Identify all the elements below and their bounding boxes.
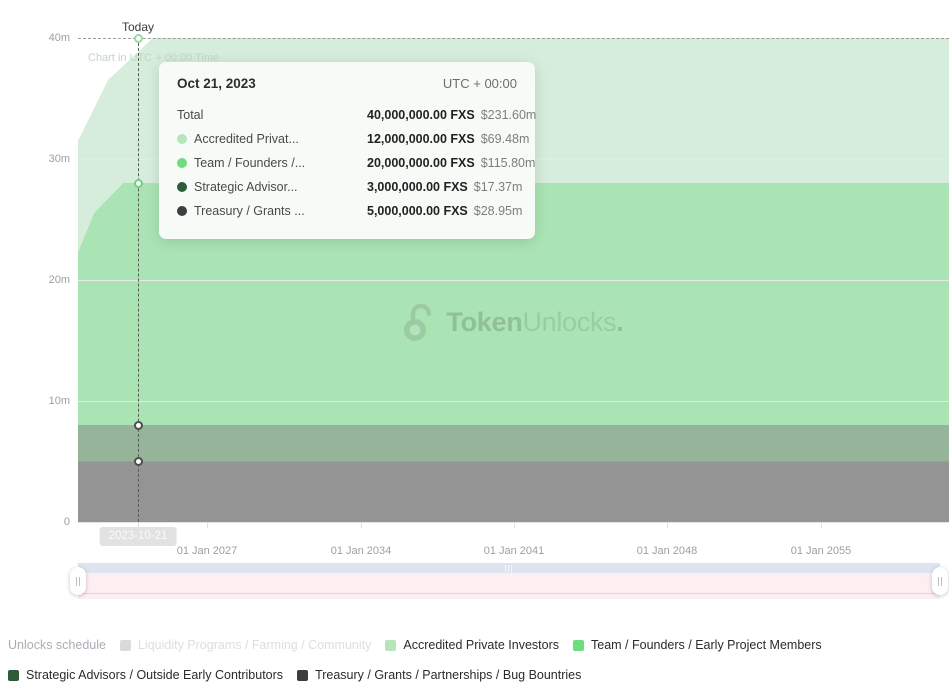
tooltip-row-accredited: Accredited Privat... 12,000,000.00 FXS $… <box>177 127 517 151</box>
legend-item-label: Team / Founders / Early Project Members <box>591 638 822 652</box>
tooltip-row-advisors: Strategic Advisor... 3,000,000.00 FXS $1… <box>177 175 517 199</box>
legend-item-label: Accredited Private Investors <box>403 638 559 652</box>
range-right-handle[interactable] <box>932 567 948 595</box>
tooltip-usd: $28.95m <box>474 204 523 218</box>
legend-swatch-icon <box>8 670 19 681</box>
legend-item-label: Strategic Advisors / Outside Early Contr… <box>26 668 283 682</box>
tooltip-row-label: Team / Founders /... <box>177 156 367 170</box>
today-label: Today <box>122 20 154 34</box>
tooltip-row-label: Treasury / Grants ... <box>177 204 367 218</box>
chart-range-slider[interactable]: ||| <box>70 563 948 607</box>
tooltip-usd: $17.37m <box>474 180 523 194</box>
y-tick-label: 0 <box>64 516 70 528</box>
crosshair-date-badge: 2023-10-21 <box>100 527 177 546</box>
range-slider-baseline <box>78 593 940 594</box>
series-color-dot-icon <box>177 134 187 144</box>
tooltip-row-values: 20,000,000.00 FXS $115.80m <box>367 156 535 170</box>
gridline-10m <box>78 401 949 402</box>
range-slider-track[interactable]: ||| <box>78 563 940 573</box>
tooltip-row-label: Total <box>177 108 367 122</box>
crosshair-point-advisors <box>134 457 143 466</box>
tooltip-row-label: Accredited Privat... <box>177 132 367 146</box>
tooltip-row-values: 3,000,000.00 FXS $17.37m <box>367 180 522 194</box>
tooltip-row-treasury: Treasury / Grants ... 5,000,000.00 FXS $… <box>177 199 517 223</box>
tooltip-amount: 20,000,000.00 FXS <box>367 156 475 170</box>
gridline-20m <box>78 280 949 281</box>
legend-swatch-icon <box>120 640 131 651</box>
unlocks-schedule-chart: 40m 30m 20m 10m 0 Chart in UTC + 00:00 T… <box>0 0 949 695</box>
tooltip-row-team: Team / Founders /... 20,000,000.00 FXS $… <box>177 151 517 175</box>
range-left-handle[interactable] <box>70 567 86 595</box>
tooltip-amount: 40,000,000.00 FXS <box>367 108 475 122</box>
legend-item-accredited-private-investors[interactable]: Accredited Private Investors <box>385 638 559 652</box>
crosshair-point-total <box>134 34 143 43</box>
y-axis: 40m 30m 20m 10m 0 <box>0 38 70 522</box>
tooltip-usd: $115.80m <box>481 156 536 170</box>
x-tick-mark <box>514 522 515 528</box>
y-tick-label: 40m <box>49 32 70 44</box>
x-tick-mark <box>821 522 822 528</box>
x-tick-label: 01 Jan 2048 <box>637 545 698 557</box>
tooltip-usd: $69.48m <box>481 132 530 146</box>
tooltip-header: Oct 21, 2023 UTC + 00:00 <box>177 76 517 91</box>
tooltip-series-label: Accredited Privat... <box>194 132 299 146</box>
crosshair-point-team <box>134 421 143 430</box>
series-color-dot-icon <box>177 206 187 216</box>
legend-item-team-founders[interactable]: Team / Founders / Early Project Members <box>573 638 822 652</box>
series-color-dot-icon <box>177 158 187 168</box>
tooltip-row-values: 12,000,000.00 FXS $69.48m <box>367 132 529 146</box>
legend-swatch-icon <box>385 640 396 651</box>
legend-title: Unlocks schedule <box>8 638 106 652</box>
tooltip-timezone: UTC + 00:00 <box>443 76 517 91</box>
legend-item-liquidity-programs[interactable]: Liquidity Programs / Farming / Community <box>120 638 371 652</box>
x-tick-label: 01 Jan 2041 <box>484 545 545 557</box>
x-tick-mark <box>361 522 362 528</box>
x-tick-mark <box>667 522 668 528</box>
y-tick-label: 10m <box>49 395 70 407</box>
handle-grip-line-icon <box>76 577 77 586</box>
y-tick-label: 30m <box>49 153 70 165</box>
tooltip-row-total: Total 40,000,000.00 FXS $231.60m <box>177 103 517 127</box>
tooltip-date: Oct 21, 2023 <box>177 76 256 91</box>
tooltip-amount: 12,000,000.00 FXS <box>367 132 475 146</box>
area-strategic-advisors <box>78 425 949 462</box>
tooltip-amount: 3,000,000.00 FXS <box>367 180 468 194</box>
tooltip-series-label: Team / Founders /... <box>194 156 305 170</box>
legend-item-treasury-grants[interactable]: Treasury / Grants / Partnerships / Bug B… <box>297 668 581 682</box>
crosshair-point-accredited <box>134 179 143 188</box>
crosshair-line <box>138 38 139 522</box>
x-tick-mark <box>207 522 208 528</box>
tooltip-row-label: Strategic Advisor... <box>177 180 367 194</box>
range-slider-grip-icon[interactable]: ||| <box>504 565 513 572</box>
tooltip-series-label: Strategic Advisor... <box>194 180 298 194</box>
x-axis: 01 Jan 2027 01 Jan 2034 01 Jan 2041 01 J… <box>0 545 949 563</box>
y-tick-label: 20m <box>49 274 70 286</box>
tooltip-usd: $231.60m <box>481 108 537 122</box>
chart-legend: Unlocks schedule Liquidity Programs / Fa… <box>8 638 943 682</box>
x-tick-label: 01 Jan 2027 <box>177 545 238 557</box>
x-tick-label: 01 Jan 2055 <box>791 545 852 557</box>
legend-item-label: Liquidity Programs / Farming / Community <box>138 638 371 652</box>
legend-swatch-icon <box>297 670 308 681</box>
legend-item-label: Treasury / Grants / Partnerships / Bug B… <box>315 668 581 682</box>
gridline-40m <box>78 38 949 39</box>
chart-tooltip: Oct 21, 2023 UTC + 00:00 Total 40,000,00… <box>159 62 535 239</box>
tooltip-amount: 5,000,000.00 FXS <box>367 204 468 218</box>
legend-item-strategic-advisors[interactable]: Strategic Advisors / Outside Early Contr… <box>8 668 283 682</box>
legend-swatch-icon <box>573 640 584 651</box>
tooltip-series-label: Treasury / Grants ... <box>194 204 305 218</box>
tooltip-row-values: 5,000,000.00 FXS $28.95m <box>367 204 522 218</box>
range-slider-preview <box>78 573 940 599</box>
handle-grip-line-icon <box>938 577 939 586</box>
handle-grip-line-icon <box>941 577 942 586</box>
area-treasury <box>78 462 949 523</box>
tooltip-total-label: Total <box>177 108 203 122</box>
series-color-dot-icon <box>177 182 187 192</box>
handle-grip-line-icon <box>79 577 80 586</box>
x-tick-label: 01 Jan 2034 <box>331 545 392 557</box>
tooltip-row-values: 40,000,000.00 FXS $231.60m <box>367 108 536 122</box>
